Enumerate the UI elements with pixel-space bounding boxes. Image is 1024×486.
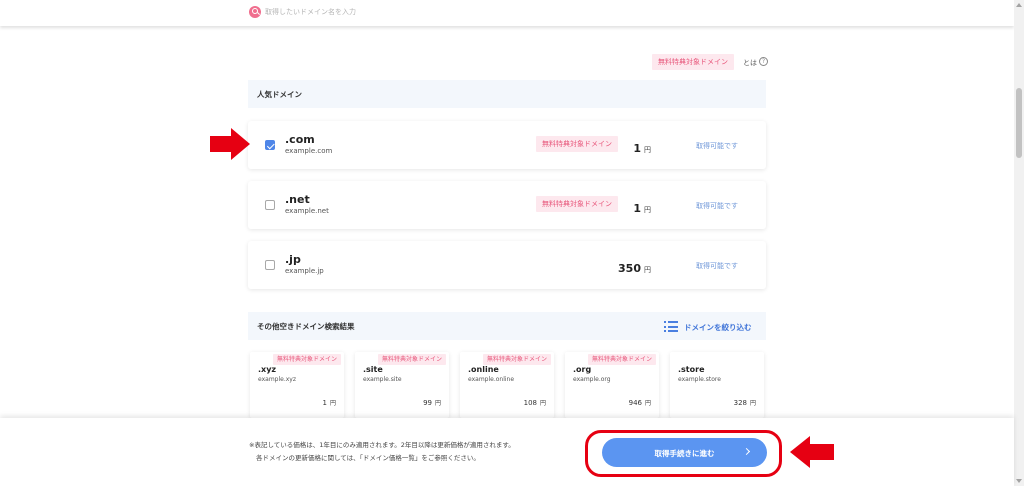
- domain-checkbox-jp[interactable]: [265, 260, 275, 270]
- domain-price: 1円: [633, 202, 651, 215]
- domain-example: example.com: [285, 147, 333, 155]
- domain-checkbox-net[interactable]: [265, 200, 275, 210]
- filter-domains-link[interactable]: ドメインを絞り込む: [684, 322, 752, 333]
- other-domains-header: その他空きドメイン検索結果 ドメインを絞り込む: [248, 312, 766, 340]
- other-domain-card-site[interactable]: 無料特典対象ドメイン .site example.site 99 円: [355, 352, 449, 418]
- domain-tld: .site: [363, 365, 383, 374]
- price-note: ※表記している価格は、1年目にのみ適用されます。2年目以降は更新価格が適用されま…: [249, 441, 515, 449]
- domain-row-net[interactable]: .net example.net 無料特典対象ドメイン 1円 取得可能です: [248, 181, 766, 229]
- other-domain-card-org[interactable]: 無料特典対象ドメイン .org example.org 946 円: [565, 352, 659, 418]
- info-icon[interactable]: ?: [759, 57, 768, 66]
- domain-price: 328 円: [733, 399, 756, 407]
- domain-price: 350 円: [618, 262, 651, 275]
- search-input[interactable]: 取得したいドメイン名を入力: [265, 7, 356, 17]
- domain-status: 取得可能です: [696, 142, 738, 150]
- domain-tld: .org: [573, 365, 592, 374]
- legend-toha-label: とは: [743, 59, 757, 67]
- domain-price: 108 円: [523, 399, 546, 407]
- domain-example: example.online: [468, 376, 515, 383]
- domain-price: 1円: [322, 399, 336, 407]
- domain-row-jp[interactable]: .jp example.jp 350 円 取得可能です: [248, 241, 766, 289]
- arrow-right-icon: [210, 128, 250, 160]
- proceed-button[interactable]: 取得手続きに進む: [602, 438, 767, 467]
- footer-bar: ※表記している価格は、1年目にのみ適用されます。2年目以降は更新価格が適用されま…: [0, 418, 1014, 486]
- arrow-left-icon: [790, 436, 834, 468]
- domain-tld: .xyz: [258, 365, 277, 374]
- renewal-note: 各ドメインの更新価格に関しては、「ドメイン価格一覧」をご参照ください。: [256, 454, 480, 462]
- domain-tld: .store: [678, 365, 705, 374]
- free-benefit-badge: 無料特典対象ドメイン: [272, 354, 341, 365]
- search-bar[interactable]: 取得したいドメイン名を入力: [0, 0, 1014, 26]
- other-domains-title: その他空きドメイン検索結果: [257, 322, 355, 331]
- domain-price: 99 円: [423, 399, 441, 407]
- list-filter-icon[interactable]: [664, 321, 678, 332]
- domain-example: example.org: [573, 376, 611, 383]
- popular-domains-title: 人気ドメイン: [257, 90, 302, 99]
- free-benefit-badge: 無料特典対象ドメイン: [587, 354, 656, 365]
- domain-status: 取得可能です: [696, 202, 738, 210]
- domain-example: example.net: [285, 207, 329, 215]
- domain-price: 946 円: [628, 399, 651, 407]
- domain-checkbox-com[interactable]: [265, 140, 275, 150]
- free-benefit-badge: 無料特典対象ドメイン: [536, 136, 618, 152]
- domain-example: example.store: [678, 376, 721, 383]
- free-benefit-badge: 無料特典対象ドメイン: [536, 196, 618, 212]
- other-domain-card-online[interactable]: 無料特典対象ドメイン .online example.online 108 円: [460, 352, 554, 418]
- free-benefit-badge: 無料特典対象ドメイン: [377, 354, 446, 365]
- scrollbar[interactable]: [1014, 0, 1024, 486]
- domain-tld: .jp: [285, 253, 301, 266]
- search-icon: [249, 6, 261, 18]
- domain-status: 取得可能です: [696, 262, 738, 270]
- domain-price: 1円: [633, 142, 651, 155]
- other-domain-card-xyz[interactable]: 無料特典対象ドメイン .xyz example.xyz 1円: [250, 352, 344, 418]
- domain-tld: .net: [285, 193, 310, 206]
- other-domain-card-store[interactable]: .store example.store 328 円: [670, 352, 764, 418]
- popular-domains-header: 人気ドメイン: [248, 80, 766, 108]
- domain-example: example.jp: [285, 267, 324, 275]
- scroll-down-icon[interactable]: [1016, 479, 1022, 483]
- proceed-label: 取得手続きに進む: [654, 449, 715, 458]
- domain-tld: .com: [285, 133, 315, 146]
- free-benefit-badge: 無料特典対象ドメイン: [482, 354, 551, 365]
- domain-row-com[interactable]: .com example.com 無料特典対象ドメイン 1円 取得可能です: [248, 121, 766, 169]
- domain-example: example.xyz: [258, 376, 296, 383]
- scroll-up-icon[interactable]: [1016, 3, 1022, 7]
- scroll-thumb[interactable]: [1016, 88, 1022, 158]
- free-benefit-legend-badge: 無料特典対象ドメイン: [652, 54, 734, 70]
- domain-example: example.site: [363, 376, 402, 383]
- domain-tld: .online: [468, 365, 499, 374]
